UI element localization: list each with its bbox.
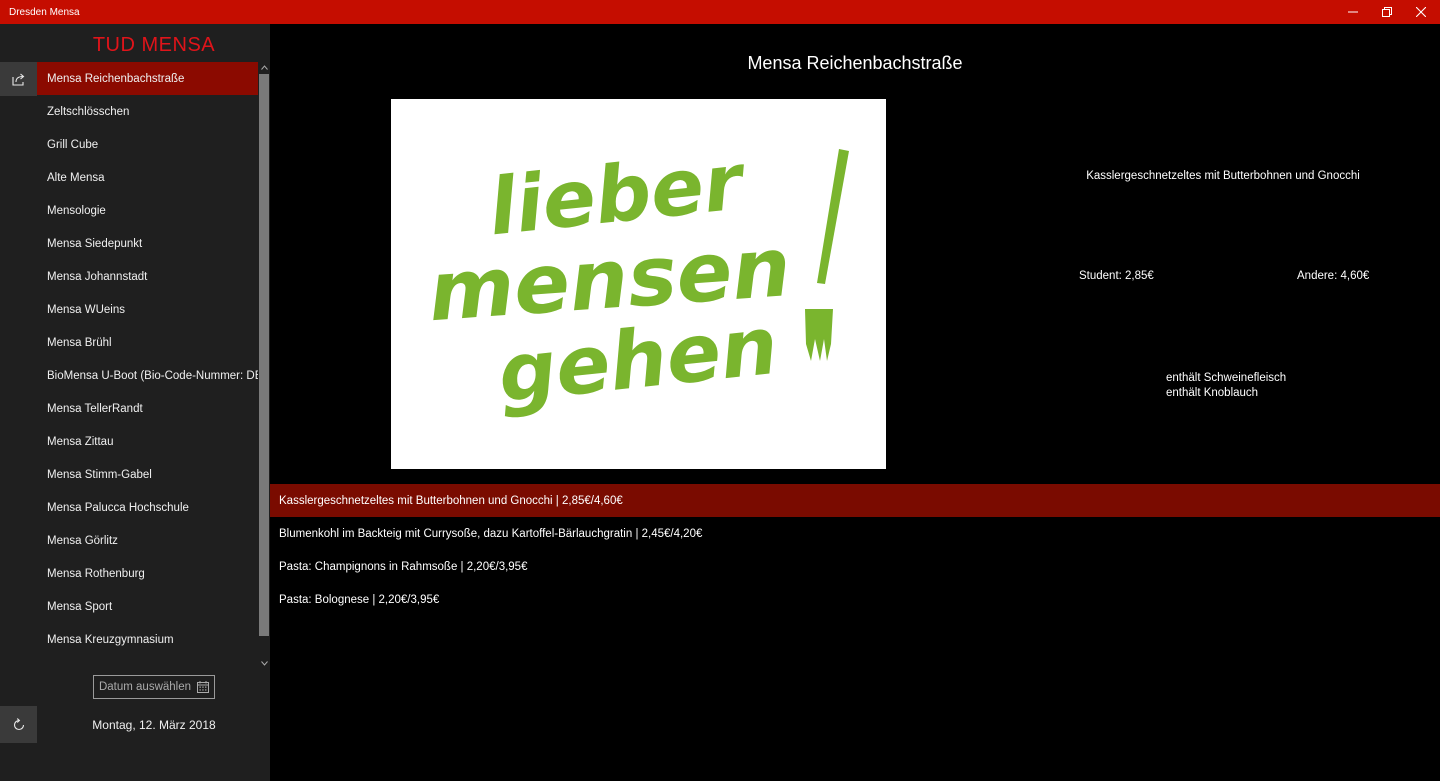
page-title: Mensa Reichenbachstraße — [747, 53, 963, 73]
restore-icon — [1382, 7, 1392, 17]
meal-item[interactable]: Pasta: Champignons in Rahmsoße | 2,20€/3… — [270, 550, 1440, 583]
scroll-thumb[interactable] — [259, 74, 269, 636]
scroll-down-button[interactable] — [258, 658, 270, 668]
sidebar-item[interactable]: Alte Mensa — [37, 161, 258, 194]
sidebar-item[interactable]: Mensa Görlitz — [37, 524, 258, 557]
close-icon — [1416, 7, 1426, 17]
main-content: Mensa Reichenbachstraße lieber mensen ge… — [270, 24, 1440, 781]
calendar-icon — [197, 681, 210, 693]
meal-detail-name: Kasslergeschnetzeltes mit Butterbohnen u… — [1086, 170, 1360, 182]
share-button[interactable] — [0, 62, 37, 96]
other-price: Andere: 4,60€ — [1297, 270, 1370, 282]
mensa-list: Mensa Reichenbachstraße Zeltschlösschen Gr… — [37, 62, 258, 658]
refresh-button[interactable] — [0, 706, 37, 743]
sidebar-item[interactable]: Mensa Sport — [37, 590, 258, 623]
sidebar-item[interactable]: Mensa Zittau — [37, 425, 258, 458]
sidebar-item[interactable]: Zeltschlösschen — [37, 95, 258, 128]
meal-item[interactable]: Kasslergeschnetzeltes mit Butterbohnen u… — [270, 484, 1440, 517]
date-picker-label: Datum auswählen — [98, 681, 192, 693]
sidebar-item[interactable]: Grill Cube — [37, 128, 258, 161]
meal-list: Kasslergeschnetzeltes mit Butterbohnen u… — [270, 484, 1440, 616]
note-item: enthält Schweinefleisch — [1166, 372, 1287, 384]
sidebar: TUD MENSA Mensa Reichenbachstraße Zeltsch… — [0, 24, 270, 781]
date-picker-button[interactable]: Datum auswählen — [93, 675, 215, 699]
mensa-logo: lieber mensen gehen — [391, 99, 886, 469]
title-bar: Dresden Mensa — [0, 0, 1440, 24]
minimize-icon — [1348, 11, 1358, 13]
sidebar-item[interactable]: Mensa Reichenbachstraße — [37, 62, 258, 95]
share-icon — [11, 73, 24, 86]
meal-item[interactable]: Pasta: Bolognese | 2,20€/3,95€ — [270, 583, 1440, 616]
sidebar-item[interactable]: Mensa Stimm-Gabel — [37, 458, 258, 491]
restore-button[interactable] — [1370, 0, 1404, 24]
sidebar-item[interactable]: Mensa Johannstadt — [37, 260, 258, 293]
chevron-down-icon — [260, 660, 268, 666]
student-price: Student: 2,85€ — [1079, 270, 1154, 282]
current-date: Montag, 12. März 2018 — [92, 718, 216, 732]
sidebar-item[interactable]: Mensa Rothenburg — [37, 557, 258, 590]
sidebar-item[interactable]: Mensa Palucca Hochschule — [37, 491, 258, 524]
sidebar-item[interactable]: Mensa Siedepunkt — [37, 227, 258, 260]
sidebar-item[interactable]: BioMensa U-Boot (Bio-Code-Nummer: DE- — [37, 359, 258, 392]
close-button[interactable] — [1404, 0, 1438, 24]
sidebar-scrollbar[interactable] — [258, 62, 270, 672]
sidebar-item[interactable]: Mensologie — [37, 194, 258, 227]
sidebar-item[interactable]: Mensa TellerRandt — [37, 392, 258, 425]
refresh-icon — [13, 717, 24, 730]
sidebar-item[interactable]: Mensa Brühl — [37, 326, 258, 359]
meal-notes: enthält Schweinefleisch enthält Knoblauc… — [1166, 371, 1286, 401]
lieber-mensen-gehen-logo: lieber mensen gehen — [426, 137, 849, 421]
sidebar-item[interactable]: Mensa Kreuzgymnasium — [37, 623, 258, 656]
note-item: enthält Knoblauch — [1166, 387, 1259, 399]
brand-title: TUD MENSA — [92, 34, 216, 56]
minimize-button[interactable] — [1336, 0, 1370, 24]
sidebar-item[interactable]: Mensa WUeins — [37, 293, 258, 326]
window-title: Dresden Mensa — [9, 6, 80, 18]
meal-item[interactable]: Blumenkohl im Backteig mit Currysoße, da… — [270, 517, 1440, 550]
chevron-up-icon — [260, 64, 268, 70]
scroll-up-button[interactable] — [258, 62, 270, 72]
